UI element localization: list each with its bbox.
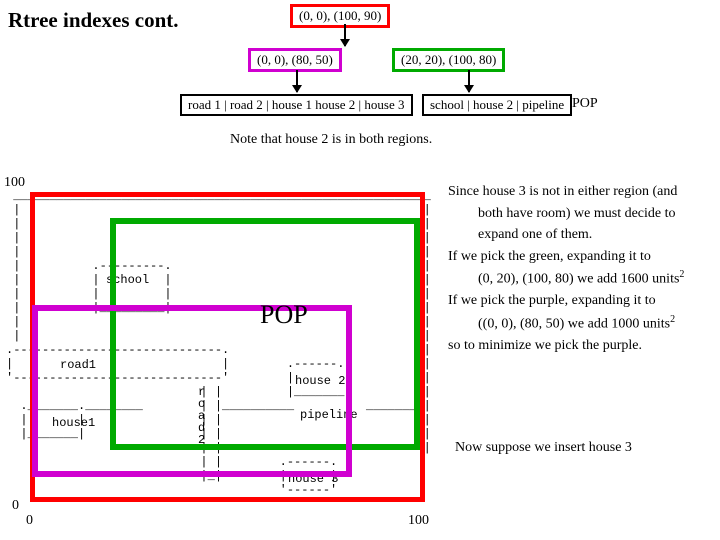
page-title: Rtree indexes cont. [8, 8, 179, 33]
pop-label-tree: POP [572, 96, 598, 112]
rtree-diagram: (0, 0), (100, 90) (0, 0), (80, 50) (20, … [220, 4, 690, 129]
explain-line-1a: Since house 3 is not in either region (a… [448, 183, 714, 201]
explain-line-1c: expand one of them. [448, 226, 714, 244]
explain-line-4: so to minimize we pick the purple. [448, 337, 714, 355]
x-axis-max: 100 [408, 513, 429, 529]
right-child-node: (20, 20), (100, 80) [392, 48, 505, 72]
explain-line-1b: both have room) we must decide to [448, 205, 714, 223]
origin-x: 0 [26, 513, 33, 529]
arrow-left-down [296, 70, 298, 92]
arrow-right-down [468, 70, 470, 92]
explanation: Since house 3 is not in either region (a… [448, 183, 714, 358]
explain-line-2a: If we pick the green, expanding it to [448, 248, 714, 266]
root-node: (0, 0), (100, 90) [290, 4, 390, 28]
note-both-regions: Note that house 2 is in both regions. [230, 132, 432, 148]
explain-line-2b: (0, 20), (100, 80) we add 1600 units2 [448, 269, 714, 288]
arrow-root-down [344, 24, 346, 46]
map-purple-rect [32, 305, 352, 477]
left-leaf-node: road 1 | road 2 | house 1 house 2 | hous… [180, 94, 413, 116]
explain-line-3b: ((0, 0), (80, 50) we add 1000 units2 [448, 314, 714, 333]
explain-line-3a: If we pick the purple, expanding it to [448, 292, 714, 310]
left-child-node: (0, 0), (80, 50) [248, 48, 342, 72]
pop-label-map: POP [260, 300, 308, 330]
explain-now: Now suppose we insert house 3 [455, 440, 632, 456]
right-leaf-node: school | house 2 | pipeline [422, 94, 572, 116]
